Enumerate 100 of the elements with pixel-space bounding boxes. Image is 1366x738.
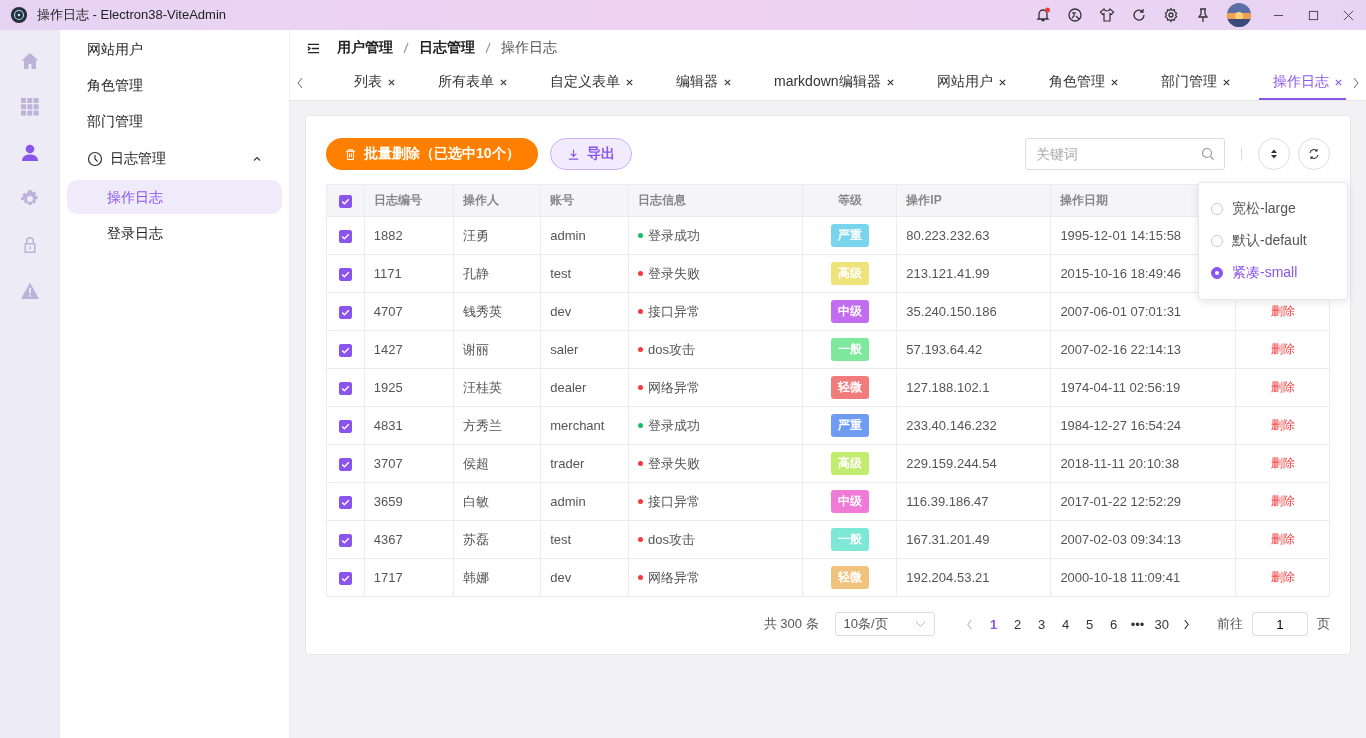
row-checkbox[interactable] xyxy=(338,382,352,396)
page-number[interactable]: 6 xyxy=(1106,616,1121,632)
clock-icon xyxy=(87,151,103,167)
chevron-right-icon[interactable] xyxy=(1352,77,1360,89)
menu-group-label[interactable]: 日志管理 xyxy=(110,150,166,168)
tab[interactable]: markdown编辑器 xyxy=(760,66,909,100)
delete-link[interactable]: 删除 xyxy=(1270,494,1295,508)
page-number[interactable]: 5 xyxy=(1082,616,1097,632)
tab[interactable]: 自定义表单 xyxy=(536,66,648,100)
delete-link[interactable]: 删除 xyxy=(1270,418,1295,432)
close-icon[interactable] xyxy=(1109,77,1119,87)
close-icon[interactable] xyxy=(885,77,895,87)
avatar[interactable] xyxy=(1227,3,1251,27)
page-number[interactable]: 30 xyxy=(1154,616,1169,632)
row-checkbox[interactable] xyxy=(338,458,352,472)
menu-item[interactable]: 操作日志 xyxy=(67,180,282,214)
table-cell: 2007-02-03 09:34:13 xyxy=(1050,520,1236,559)
log-message: 登录成功 xyxy=(648,416,700,435)
settings-icon[interactable] xyxy=(1163,7,1179,23)
tab[interactable]: 部门管理 xyxy=(1146,66,1245,100)
delete-link[interactable]: 删除 xyxy=(1270,304,1295,318)
page-number[interactable]: 3 xyxy=(1034,616,1049,632)
close-icon[interactable] xyxy=(1221,77,1231,87)
row-checkbox[interactable] xyxy=(338,344,352,358)
breadcrumb-item[interactable]: 用户管理 xyxy=(337,39,393,57)
page-number[interactable]: 1 xyxy=(986,616,1001,632)
tab[interactable]: 列表 xyxy=(340,66,410,100)
page-input[interactable]: 1 xyxy=(1252,612,1308,636)
column-header: 日志信息 xyxy=(628,184,803,217)
row-checkbox[interactable] xyxy=(338,496,352,510)
log-message: 登录失败 xyxy=(648,264,700,283)
close-icon[interactable] xyxy=(499,77,508,87)
menu-item[interactable]: 登录日志 xyxy=(67,216,282,250)
page-number[interactable]: 4 xyxy=(1058,616,1073,632)
level-tag: 严重 xyxy=(830,224,869,247)
maximize-icon[interactable] xyxy=(1308,9,1319,21)
close-icon[interactable] xyxy=(625,77,634,87)
row-checkbox[interactable] xyxy=(338,534,352,548)
notification-bell-icon[interactable] xyxy=(1035,7,1051,23)
refresh-icon[interactable] xyxy=(1131,7,1147,23)
page-unit-label: 页 xyxy=(1317,615,1330,633)
breadcrumb-separator-icon xyxy=(485,42,491,54)
row-checkbox[interactable] xyxy=(338,572,352,586)
close-icon[interactable] xyxy=(723,77,732,87)
close-icon[interactable] xyxy=(997,77,1007,87)
page-size-select[interactable]: 10条/页 xyxy=(834,612,935,636)
menu-icon[interactable] xyxy=(307,42,320,54)
select-all-checkbox[interactable] xyxy=(338,194,352,208)
menu-item[interactable]: 网站用户 xyxy=(67,32,282,66)
tab[interactable]: 角色管理 xyxy=(1034,66,1133,100)
table-cell: 汪桂英 xyxy=(453,368,541,407)
chevron-icon[interactable] xyxy=(252,154,262,164)
delete-link[interactable]: 删除 xyxy=(1270,456,1295,470)
export-button[interactable]: 导出 xyxy=(549,138,632,170)
row-checkbox[interactable] xyxy=(338,268,352,282)
delete-link[interactable]: 删除 xyxy=(1270,342,1295,356)
density-button[interactable] xyxy=(1258,138,1290,170)
next-page-icon[interactable] xyxy=(1183,618,1190,630)
breadcrumb-item[interactable]: 日志管理 xyxy=(419,39,475,57)
page-number[interactable]: 2 xyxy=(1010,616,1025,632)
table-cell: 1171 xyxy=(364,254,453,293)
window-title: 操作日志 - Electron38-ViteAdmin xyxy=(37,6,227,24)
tab[interactable]: 网站用户 xyxy=(922,66,1021,100)
delete-link[interactable]: 删除 xyxy=(1270,532,1295,546)
radio-button[interactable] xyxy=(1211,267,1223,279)
row-checkbox[interactable] xyxy=(338,230,352,244)
table-cell: 233.40.146.232 xyxy=(896,406,1051,445)
delete-link[interactable]: 删除 xyxy=(1270,380,1295,394)
user-icon[interactable] xyxy=(20,143,40,163)
column-header: 等级 xyxy=(802,184,897,217)
refresh-button[interactable] xyxy=(1298,138,1330,170)
menu-item[interactable]: 部门管理 xyxy=(67,104,282,138)
menu-item[interactable]: 角色管理 xyxy=(67,68,282,102)
table-cell: saler xyxy=(540,330,629,369)
level-tag: 高级 xyxy=(830,452,869,475)
table-cell: dev xyxy=(540,292,629,331)
tab[interactable]: 操作日志 xyxy=(1258,66,1346,100)
tab[interactable]: 所有表单 xyxy=(424,66,522,100)
table-cell: 1427 xyxy=(364,330,453,369)
level-tag: 中级 xyxy=(830,490,869,513)
delete-link[interactable]: 删除 xyxy=(1270,570,1295,584)
row-checkbox[interactable] xyxy=(338,306,352,320)
page-number[interactable]: ••• xyxy=(1130,616,1145,632)
shirt-icon[interactable] xyxy=(1099,7,1115,23)
pin-icon[interactable] xyxy=(1195,7,1211,23)
log-message: 网络异常 xyxy=(648,378,700,397)
table-cell: 方秀兰 xyxy=(453,406,541,445)
table-cell: 167.31.201.49 xyxy=(896,520,1051,559)
table-cell: 1717 xyxy=(364,558,453,597)
language-icon[interactable] xyxy=(1067,7,1083,23)
table-cell: 116.39.186.47 xyxy=(896,482,1051,521)
row-checkbox[interactable] xyxy=(338,420,352,434)
chevron-left-icon[interactable] xyxy=(296,77,304,89)
search-field[interactable]: 关键词 xyxy=(1025,138,1225,170)
search-icon[interactable] xyxy=(1201,147,1215,161)
tab[interactable]: 编辑器 xyxy=(662,66,746,100)
log-message: dos攻击 xyxy=(648,340,695,359)
column-header: 操作IP xyxy=(896,184,1051,217)
close-icon[interactable] xyxy=(387,77,396,87)
close-icon[interactable] xyxy=(1343,9,1354,21)
